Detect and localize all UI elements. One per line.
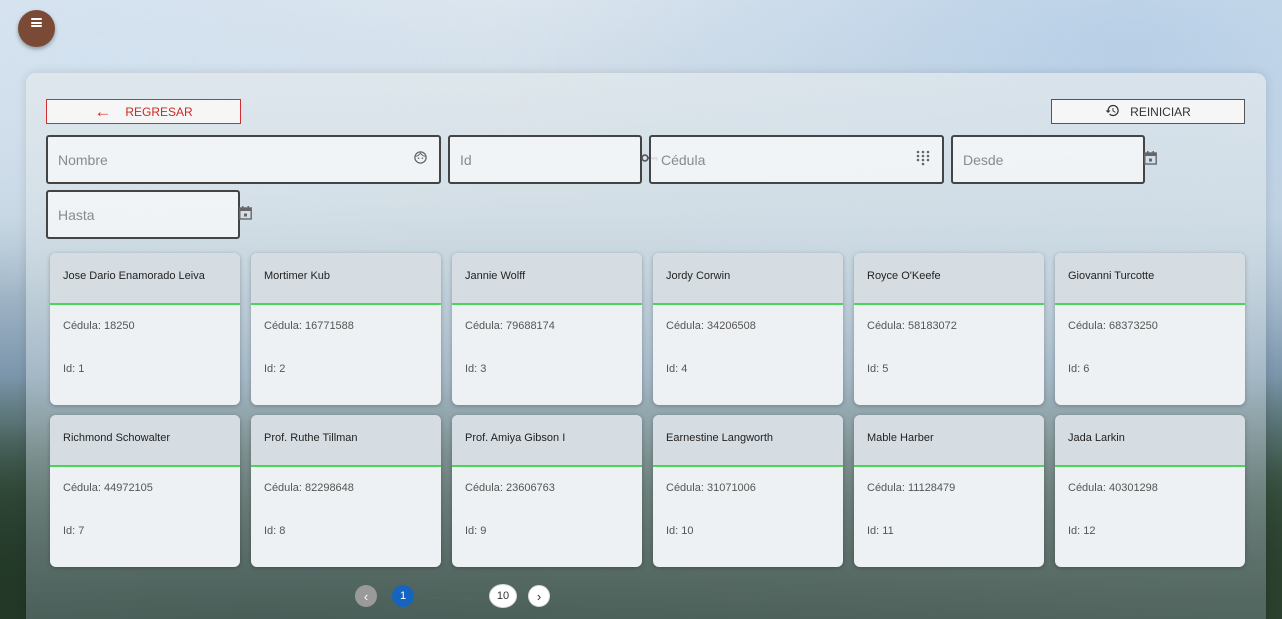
back-button[interactable]: ← REGRESAR bbox=[46, 99, 241, 124]
hasta-field[interactable] bbox=[46, 190, 252, 239]
calendar-icon[interactable] bbox=[239, 205, 252, 224]
nombre-field[interactable] bbox=[46, 135, 441, 184]
person-card[interactable]: Jose Dario Enamorado Leiva Cédula: 18250… bbox=[50, 253, 240, 405]
page-10-button[interactable]: 10 bbox=[489, 584, 517, 608]
card-cedula: Cédula: 79688174 bbox=[465, 320, 555, 332]
card-id: Id: 6 bbox=[1068, 363, 1090, 375]
cedula-field[interactable] bbox=[649, 135, 944, 184]
reset-button[interactable]: REINICIAR bbox=[1051, 99, 1245, 124]
person-card[interactable]: Prof. Amiya Gibson I Cédula: 23606763 Id… bbox=[452, 415, 642, 567]
card-id: Id: 7 bbox=[63, 525, 85, 537]
person-card[interactable]: Mable Harber Cédula: 11128479 Id: 11 bbox=[854, 415, 1044, 567]
card-cedula: Cédula: 16771588 bbox=[264, 320, 354, 332]
pagination-ellipsis: ... bbox=[432, 590, 442, 602]
back-button-label: REGRESAR bbox=[125, 104, 193, 119]
id-input[interactable] bbox=[460, 151, 641, 168]
hasta-input[interactable] bbox=[58, 206, 239, 223]
page-1-button[interactable]: 1 bbox=[392, 585, 414, 607]
history-icon bbox=[1105, 103, 1120, 121]
card-id: Id: 10 bbox=[666, 525, 694, 537]
person-card[interactable]: Giovanni Turcotte Cédula: 68373250 Id: 6 bbox=[1055, 253, 1245, 405]
card-cedula: Cédula: 82298648 bbox=[264, 482, 354, 494]
card-id: Id: 5 bbox=[867, 363, 889, 375]
card-id: Id: 12 bbox=[1068, 525, 1096, 537]
arrow-left-icon: ← bbox=[94, 102, 112, 121]
person-card[interactable]: Richmond Schowalter Cédula: 44972105 Id:… bbox=[50, 415, 240, 567]
card-name: Richmond Schowalter bbox=[50, 415, 240, 467]
card-name: Mable Harber bbox=[854, 415, 1044, 467]
card-id: Id: 11 bbox=[867, 525, 894, 537]
card-cedula: Cédula: 58183072 bbox=[867, 320, 957, 332]
person-card[interactable]: Jannie Wolff Cédula: 79688174 Id: 3 bbox=[452, 253, 642, 405]
person-card[interactable]: Mortimer Kub Cédula: 16771588 Id: 2 bbox=[251, 253, 441, 405]
menu-button[interactable] bbox=[18, 10, 55, 47]
desde-field[interactable] bbox=[951, 135, 1157, 184]
pagination: ‹ 1 ... ... 10 › bbox=[355, 584, 565, 609]
person-card[interactable]: Earnestine Langworth Cédula: 31071006 Id… bbox=[653, 415, 843, 567]
card-id: Id: 9 bbox=[465, 525, 487, 537]
card-id: Id: 8 bbox=[264, 525, 286, 537]
card-name: Jordy Corwin bbox=[653, 253, 843, 305]
card-id: Id: 1 bbox=[63, 363, 85, 375]
card-name: Giovanni Turcotte bbox=[1055, 253, 1245, 305]
card-cedula: Cédula: 23606763 bbox=[465, 482, 555, 494]
card-name: Jannie Wolff bbox=[452, 253, 642, 305]
face-icon bbox=[411, 150, 429, 169]
cedula-input[interactable] bbox=[661, 151, 914, 168]
chevron-left-icon[interactable]: ‹ bbox=[355, 585, 377, 607]
card-name: Prof. Amiya Gibson I bbox=[452, 415, 642, 467]
person-card[interactable]: Royce O'Keefe Cédula: 58183072 Id: 5 bbox=[854, 253, 1044, 405]
main-panel: ← REGRESAR REINICIAR Nombre Id Cédula De… bbox=[26, 73, 1266, 619]
card-name: Jada Larkin bbox=[1055, 415, 1245, 467]
chevron-right-icon[interactable]: › bbox=[528, 585, 550, 607]
card-name: Jose Dario Enamorado Leiva bbox=[50, 253, 240, 305]
card-cedula: Cédula: 44972105 bbox=[63, 482, 153, 494]
card-cedula: Cédula: 18250 bbox=[63, 320, 135, 332]
card-id: Id: 3 bbox=[465, 363, 487, 375]
card-id: Id: 4 bbox=[666, 363, 688, 375]
card-name: Mortimer Kub bbox=[251, 253, 441, 305]
reset-button-label: REINICIAR bbox=[1130, 104, 1191, 119]
card-cedula: Cédula: 68373250 bbox=[1068, 320, 1158, 332]
card-cedula: Cédula: 34206508 bbox=[666, 320, 756, 332]
id-field[interactable] bbox=[448, 135, 658, 184]
card-name: Earnestine Langworth bbox=[653, 415, 843, 467]
nombre-input[interactable] bbox=[58, 151, 411, 168]
card-cedula: Cédula: 31071006 bbox=[666, 482, 756, 494]
person-card[interactable]: Jordy Corwin Cédula: 34206508 Id: 4 bbox=[653, 253, 843, 405]
dialpad-icon bbox=[914, 150, 932, 170]
desde-input[interactable] bbox=[963, 151, 1144, 168]
card-name: Prof. Ruthe Tillman bbox=[251, 415, 441, 467]
card-cedula: Cédula: 11128479 bbox=[867, 482, 956, 494]
card-cedula: Cédula: 40301298 bbox=[1068, 482, 1158, 494]
card-id: Id: 2 bbox=[264, 363, 286, 375]
card-name: Royce O'Keefe bbox=[854, 253, 1044, 305]
person-card[interactable]: Prof. Ruthe Tillman Cédula: 82298648 Id:… bbox=[251, 415, 441, 567]
calendar-icon[interactable] bbox=[1144, 150, 1157, 169]
menu-icon bbox=[31, 18, 42, 27]
person-card[interactable]: Jada Larkin Cédula: 40301298 Id: 12 bbox=[1055, 415, 1245, 567]
pagination-ellipsis: ... bbox=[463, 590, 473, 602]
